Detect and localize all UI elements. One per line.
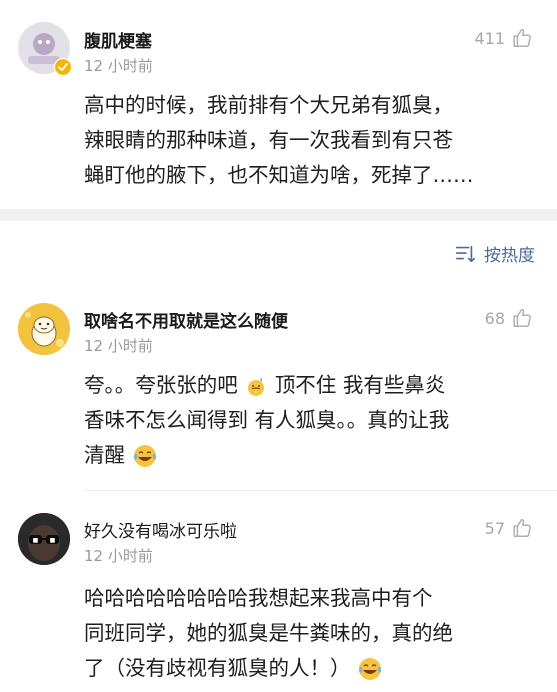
- svg-text:■: ■: [50, 537, 56, 544]
- avatar-image: [18, 303, 70, 355]
- avatar[interactable]: [18, 303, 70, 355]
- comment-line: 香味不怎么闻得到 有人狐臭。。真的让我: [84, 408, 450, 432]
- timestamp: 12 小时前: [84, 547, 153, 565]
- comment-body: 高中的时候，我前排有个大兄弟有狐臭， 辣眼睛的那种味道，有一次我看到有只苍 蝇盯…: [84, 88, 544, 193]
- comment-divider: [84, 490, 557, 491]
- sort-icon: [455, 245, 475, 262]
- comment-line: 夸。。夸张张的吧 顶不住 我有些鼻炎: [84, 368, 544, 403]
- comment-line: 了（没有歧视有狐臭的人！）: [84, 651, 544, 686]
- comment-text: 清醒: [84, 443, 125, 467]
- avatar[interactable]: ■ ■: [18, 513, 70, 565]
- timestamp: 12 小时前: [84, 337, 153, 355]
- comment-line: 高中的时候，我前排有个大兄弟有狐臭，: [84, 93, 453, 117]
- sort-label: 按热度: [484, 246, 535, 266]
- comment-body: 夸。。夸张张的吧 顶不住 我有些鼻炎 香味不怎么闻得到 有人狐臭。。真的让我 清…: [84, 368, 544, 473]
- sort-toggle[interactable]: 按热度: [454, 241, 535, 266]
- avatar-image: ■ ■: [18, 513, 70, 565]
- comment-text: 顶不住 我有些鼻炎: [274, 373, 446, 397]
- timestamp: 12 小时前: [84, 57, 153, 75]
- verified-badge-icon: [54, 58, 72, 76]
- sweat-emoji-icon: [248, 377, 265, 396]
- comment-text: 夸。。夸张张的吧: [84, 373, 238, 397]
- section-divider: [0, 209, 557, 221]
- laugh-cry-emoji-icon: [359, 658, 382, 680]
- thumbs-up-icon: [513, 308, 531, 327]
- comment-text: 了（没有歧视有狐臭的人！）: [84, 656, 351, 680]
- like-count: 68: [484, 308, 505, 328]
- comment-line: 清醒: [84, 438, 544, 473]
- username[interactable]: 腹肌梗塞: [84, 27, 152, 52]
- thumbs-up-icon: [513, 28, 531, 47]
- comment-line: 哈哈哈哈哈哈哈哈我想起来我高中有个: [84, 586, 433, 610]
- laugh-cry-emoji-icon: [133, 445, 156, 467]
- like-button[interactable]: 411: [474, 27, 533, 49]
- username[interactable]: 取啥名不用取就是这么随便: [84, 307, 288, 332]
- username[interactable]: 好久没有喝冰可乐啦: [84, 517, 237, 542]
- like-count: 411: [474, 28, 505, 48]
- comment-body: 哈哈哈哈哈哈哈哈我想起来我高中有个 同班同学，她的狐臭是牛粪味的，真的绝 了（没…: [84, 581, 544, 686]
- svg-text:■: ■: [33, 537, 39, 544]
- comment-line: 同班同学，她的狐臭是牛粪味的，真的绝: [84, 621, 453, 645]
- like-button[interactable]: 57: [485, 517, 533, 539]
- like-count: 57: [484, 518, 505, 538]
- comment-line: 辣眼睛的那种味道，有一次我看到有只苍: [84, 128, 453, 152]
- thumbs-up-icon: [513, 518, 531, 537]
- comment-line: 蝇盯他的腋下，也不知道为啥，死掉了……: [84, 163, 474, 187]
- like-button[interactable]: 68: [485, 307, 533, 329]
